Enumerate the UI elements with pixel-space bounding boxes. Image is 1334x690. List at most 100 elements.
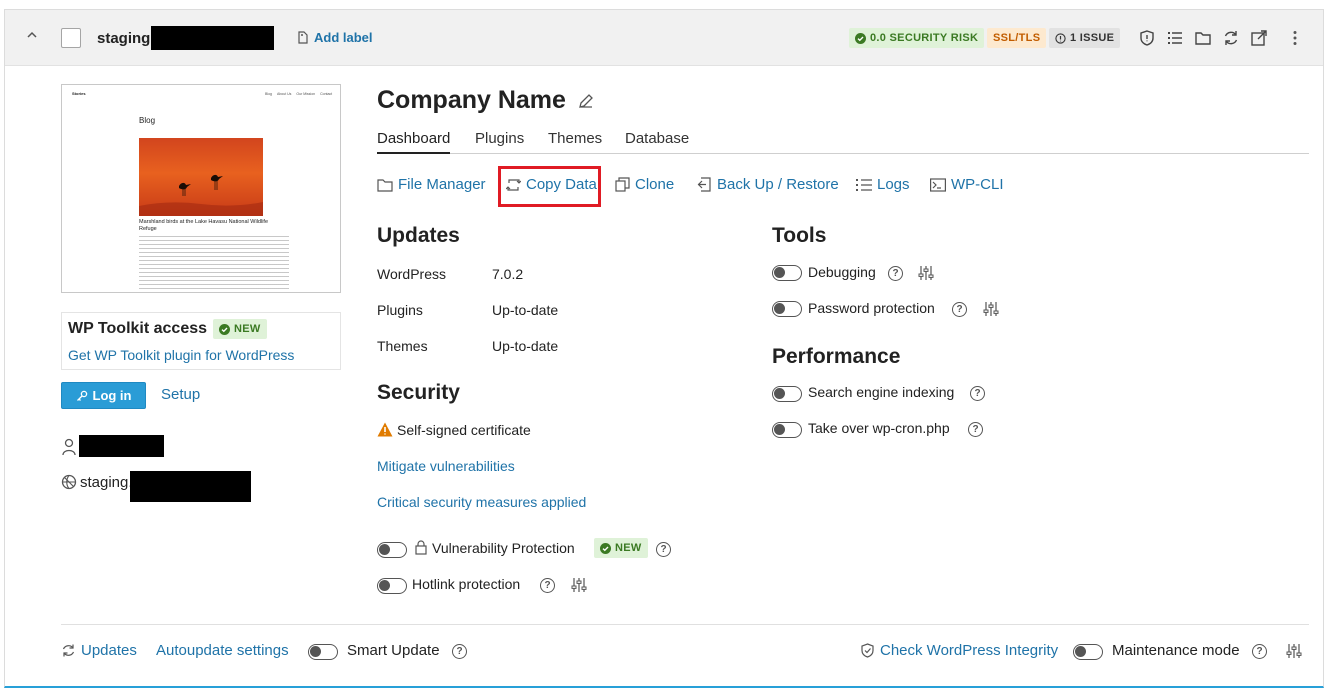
add-label-link[interactable]: Add label [297,30,373,45]
shield-icon[interactable] [1138,29,1156,47]
preview-body-text [139,236,289,292]
user-icon [62,438,76,456]
settings-sliders-icon[interactable] [983,301,999,317]
pencil-icon[interactable] [578,93,594,109]
toolkit-new-text: NEW [234,323,261,335]
terminal-icon [930,177,946,192]
check-integrity-link[interactable]: Check WordPress Integrity [860,642,1058,659]
warning-icon [377,422,393,437]
settings-sliders-icon[interactable] [571,577,587,593]
update-row-label: Themes [377,338,428,354]
help-icon[interactable]: ? [1252,644,1267,659]
update-row-value: 7.0.2 [492,266,524,282]
help-icon[interactable]: ? [888,266,903,281]
tab-database[interactable]: Database [625,130,689,154]
site-select-checkbox[interactable] [61,28,81,48]
log-in-label: Log in [92,388,132,403]
settings-sliders-icon[interactable] [918,265,934,281]
clone-icon [615,177,630,192]
preview-nav-link: Blog [265,92,273,96]
help-icon[interactable]: ? [952,302,967,317]
issues-text: 1 ISSUE [1070,32,1115,44]
preview-brand: Stories [72,91,86,96]
copy-data-highlight [498,166,601,207]
log-in-button[interactable]: Log in [61,382,146,409]
preview-nav: Blog About Us Our Mission Contact [265,92,332,96]
external-login-icon[interactable] [1250,29,1268,47]
security-risk-badge[interactable]: 0.0 SECURITY RISK [849,28,985,48]
wp-cli-link[interactable]: WP-CLI [930,176,1004,193]
tools-heading: Tools [772,224,827,247]
update-row-label: Plugins [377,302,423,318]
vulnerability-protection-toggle[interactable] [377,542,407,558]
settings-sliders-icon[interactable] [1286,643,1302,659]
site-title: Company Name [377,86,566,114]
key-icon [76,390,87,401]
search-indexing-toggle[interactable] [772,386,802,402]
check-circle-icon [600,542,611,554]
tab-plugins[interactable]: Plugins [475,130,524,154]
password-protection-label: Password protection [808,300,935,316]
preview-nav-link: Contact [320,92,333,96]
autoupdate-settings-link[interactable]: Autoupdate settings [156,642,289,659]
backup-restore-link[interactable]: Back Up / Restore [697,176,839,193]
smart-update-label: Smart Update [347,642,440,659]
issues-badge[interactable]: 1 ISSUE [1049,28,1121,48]
footer-updates-link[interactable]: Updates [61,642,137,659]
certificate-status: Self-signed certificate [397,422,531,438]
smart-update-toggle[interactable] [308,644,338,660]
check-circle-icon [855,32,866,44]
mitigate-vulnerabilities-link[interactable]: Mitigate vulnerabilities [377,458,515,474]
site-preview-thumbnail[interactable]: Stories Blog About Us Our Mission Contac… [61,84,341,293]
vulnerability-protection-label: Vulnerability Protection [432,540,575,556]
help-icon[interactable]: ? [970,386,985,401]
redacted-username [79,435,164,457]
clone-label: Clone [635,176,675,193]
debugging-toggle[interactable] [772,265,802,281]
site-domain[interactable]: staging. [97,30,155,47]
file-manager-link[interactable]: File Manager [377,176,486,193]
clone-link[interactable]: Clone [615,176,674,193]
folder-icon [377,178,393,192]
password-protection-toggle[interactable] [772,301,802,317]
preview-post-title: Marshland birds at the Lake Havasu Natio… [139,219,269,232]
ssl-badge[interactable]: SSL/TLS [987,28,1047,48]
backup-restore-label: Back Up / Restore [717,176,839,193]
tab-themes[interactable]: Themes [548,130,602,154]
site-title-row: Company Name [377,86,594,115]
wp-cron-label: Take over wp-cron.php [808,420,950,436]
help-icon[interactable]: ? [656,542,671,557]
toolkit-new-badge: NEW [213,319,267,339]
hotlink-protection-toggle[interactable] [377,578,407,594]
updates-heading: Updates [377,224,460,247]
wp-cron-toggle[interactable] [772,422,802,438]
help-icon[interactable]: ? [452,644,467,659]
get-toolkit-link[interactable]: Get WP Toolkit plugin for WordPress [68,347,294,363]
info-circle-icon [1055,32,1066,44]
critical-security-link[interactable]: Critical security measures applied [377,494,586,510]
update-row-label: WordPress [377,266,446,282]
redacted-domain [151,26,274,50]
wp-toolkit-panel: WP Toolkit access NEW Get WP Toolkit plu… [61,312,341,370]
preview-heading: Blog [139,116,156,125]
vulnerability-new-text: NEW [615,542,642,554]
site-header: staging. Add label 0.0 SECURITY RISK SSL… [5,10,1323,66]
folder-icon[interactable] [1194,29,1212,47]
logs-label: Logs [877,176,910,193]
globe-blocked-icon [61,474,77,490]
maintenance-mode-toggle[interactable] [1073,644,1103,660]
add-label-text: Add label [314,30,373,45]
list-icon [856,178,872,191]
help-icon[interactable]: ? [968,422,983,437]
file-manager-label: File Manager [398,176,486,193]
debugging-label: Debugging [808,264,876,280]
chevron-up-icon[interactable] [25,28,39,42]
setup-link[interactable]: Setup [161,386,200,403]
refresh-icon[interactable] [1222,29,1240,47]
list-icon[interactable] [1166,29,1184,47]
help-icon[interactable]: ? [540,578,555,593]
footer-updates-label: Updates [81,642,137,659]
logs-link[interactable]: Logs [856,176,910,193]
tab-dashboard[interactable]: Dashboard [377,130,451,154]
more-vertical-icon[interactable] [1286,29,1304,47]
